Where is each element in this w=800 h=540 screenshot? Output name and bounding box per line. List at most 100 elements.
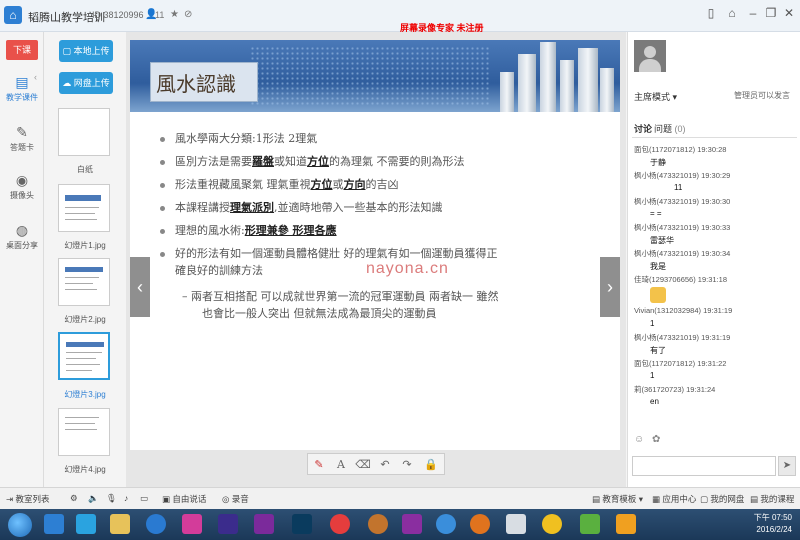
message-text: 于静 bbox=[650, 158, 666, 167]
thumbnail-slide-4[interactable] bbox=[58, 408, 110, 456]
free-talk-button[interactable]: ▣ 自由说话 bbox=[162, 493, 206, 505]
lock-icon[interactable]: 🔒 bbox=[422, 456, 440, 474]
bullet-continued: 確良好的訓練方法 bbox=[175, 264, 263, 277]
sub-bullet: – 兩者互相搭配 可以成就世界第一流的冠軍運動員 兩者缺一 雖然 bbox=[182, 290, 499, 303]
text-tool-icon[interactable]: A bbox=[332, 456, 350, 474]
bullet: 形法重視藏風聚氣 理氣重視方位或方向的吉凶 bbox=[160, 176, 399, 192]
app-center-button[interactable]: ▦ 应用中心 bbox=[652, 493, 696, 505]
app-icon[interactable] bbox=[368, 514, 388, 534]
tab-question[interactable]: 问题 (0) bbox=[654, 122, 686, 135]
wechat-icon[interactable] bbox=[580, 514, 600, 534]
local-upload-button[interactable]: ▢ 本地上传 bbox=[59, 40, 113, 62]
video-icon[interactable]: ▭ bbox=[140, 493, 148, 504]
emoji-image bbox=[650, 287, 666, 303]
thumbnail-slide-1[interactable] bbox=[58, 184, 110, 232]
ie-icon[interactable] bbox=[146, 514, 166, 534]
message-meta: 莉(361720723) 19:31:24 bbox=[634, 385, 716, 394]
start-button[interactable] bbox=[8, 513, 32, 537]
nav-camera[interactable]: ◉ 摄像头 bbox=[0, 172, 44, 201]
thumbnail-panel: ▢ 本地上传 ☁ 网盘上传 白纸 幻燈片1.jpg 幻燈片2.jpg 幻燈片3.… bbox=[45, 32, 125, 487]
nav-courseware[interactable]: ▤ 教学课件 bbox=[0, 74, 44, 103]
message-meta: 面包(1172071812) 19:30:28 bbox=[634, 145, 727, 154]
thumbnail-blank[interactable] bbox=[58, 108, 110, 156]
app-icon[interactable] bbox=[402, 514, 422, 534]
message-text: 有了 bbox=[650, 346, 666, 355]
flower-icon[interactable]: ✿ bbox=[652, 434, 660, 445]
drawing-toolbar: ✎ A ⌫ ↶ ↷ 🔒 bbox=[307, 453, 445, 475]
speaker-icon[interactable]: 🔈 bbox=[88, 493, 99, 504]
app-icon[interactable] bbox=[44, 514, 64, 534]
nav-answer-card[interactable]: ✎ 答题卡 bbox=[0, 124, 44, 153]
link-icon[interactable]: ⊘ bbox=[184, 9, 192, 20]
redo-icon[interactable]: ↷ bbox=[398, 456, 416, 474]
minimize-icon[interactable]: – bbox=[745, 6, 761, 20]
app-icon[interactable] bbox=[436, 514, 456, 534]
nav-label: 教学课件 bbox=[6, 93, 38, 102]
my-disk-button[interactable]: ▢ 我的网盘 bbox=[700, 493, 744, 505]
home-icon[interactable]: ⌂ bbox=[4, 6, 22, 24]
app-icon[interactable] bbox=[616, 514, 636, 534]
class-list-button[interactable]: ⇥ 教室列表 bbox=[6, 493, 50, 505]
app-icon[interactable] bbox=[254, 514, 274, 534]
calculator-icon[interactable] bbox=[506, 514, 526, 534]
music-icon[interactable]: ♪ bbox=[124, 493, 128, 503]
right-panel: 主席模式 ▾ 管理员可以发言 讨论 问题 (0) 面包(1172071812) … bbox=[627, 32, 800, 487]
thumbnail-slide-2[interactable] bbox=[58, 258, 110, 306]
message-meta: 枫小杨(473321019) 19:30:29 bbox=[634, 171, 731, 180]
nav-label: 桌面分享 bbox=[6, 241, 38, 250]
taskbar: 下午 07:50 2016/2/24 bbox=[0, 509, 800, 540]
pen-icon[interactable]: ✎ bbox=[310, 456, 328, 474]
thumbnail-label: 幻燈片3.jpg bbox=[64, 390, 106, 399]
app-icon[interactable] bbox=[76, 514, 96, 534]
chat-input[interactable] bbox=[632, 456, 776, 476]
slide-stage: 風水認識 風水學兩大分類:1形法 2理氣 區別方法是需要羅盤或知道方位的為理氣 … bbox=[126, 32, 626, 487]
app-icon[interactable] bbox=[218, 514, 238, 534]
send-button[interactable]: ➤ bbox=[778, 456, 796, 476]
app-icon[interactable] bbox=[182, 514, 202, 534]
qq-icon[interactable] bbox=[542, 514, 562, 534]
message-meta: 枫小杨(473321019) 19:30:34 bbox=[634, 249, 731, 258]
next-slide-button[interactable]: › bbox=[600, 257, 620, 317]
note-icon[interactable]: ▯ bbox=[703, 6, 719, 20]
desktop-share-icon: ◍ bbox=[15, 222, 29, 238]
restore-icon[interactable]: ❐ bbox=[763, 6, 779, 20]
prev-slide-button[interactable]: ‹ bbox=[130, 257, 150, 317]
message-text: = = bbox=[650, 209, 662, 218]
template-button[interactable]: ▤ 教育模板 ▾ bbox=[592, 493, 643, 505]
record-button[interactable]: ◎ 录音 bbox=[222, 493, 249, 505]
bullet: 區別方法是需要羅盤或知道方位的為理氣 不需要的則為形法 bbox=[160, 153, 465, 169]
shirt-icon[interactable]: ⌂ bbox=[724, 6, 740, 20]
cloud-upload-button[interactable]: ☁ 网盘上传 bbox=[59, 72, 113, 94]
message-text: 雷瑟华 bbox=[650, 236, 674, 245]
camera-icon: ◉ bbox=[15, 172, 29, 188]
emoji-icon[interactable]: ☺ bbox=[634, 434, 644, 445]
clock[interactable]: 下午 07:50 2016/2/24 bbox=[754, 512, 792, 536]
close-icon[interactable]: ✕ bbox=[781, 6, 797, 20]
message-meta: 枫小杨(473321019) 19:30:33 bbox=[634, 223, 731, 232]
photoshop-icon[interactable] bbox=[292, 514, 312, 534]
bullet: 本課程講授理氣派別,並適時地帶入一些基本的形法知識 bbox=[160, 199, 443, 215]
message-text: 1 bbox=[650, 319, 655, 328]
nav-desktop-share[interactable]: ◍ 桌面分享 bbox=[0, 222, 44, 251]
firefox-icon[interactable] bbox=[470, 514, 490, 534]
room-id: ID 38120996 bbox=[92, 10, 144, 20]
my-course-button[interactable]: ▤ 我的课程 bbox=[750, 493, 794, 505]
message-text: en bbox=[650, 397, 659, 406]
mic-icon[interactable]: 🎙 bbox=[106, 493, 117, 504]
star-icon[interactable]: ★ bbox=[170, 9, 179, 20]
player-icon[interactable] bbox=[330, 514, 350, 534]
courseware-icon: ▤ bbox=[15, 74, 29, 90]
settings-icon[interactable]: ⚙ bbox=[70, 493, 78, 504]
nav-label: 答题卡 bbox=[10, 143, 34, 152]
folder-icon[interactable] bbox=[110, 514, 130, 534]
thumbnail-label: 幻燈片2.jpg bbox=[64, 315, 106, 324]
end-class-button[interactable]: 下课 bbox=[6, 40, 38, 60]
thumbnail-slide-3[interactable] bbox=[58, 332, 110, 380]
thumbnail-label: 幻燈片4.jpg bbox=[64, 465, 106, 474]
tab-discuss[interactable]: 讨论 bbox=[634, 122, 652, 135]
eraser-icon[interactable]: ⌫ bbox=[354, 456, 372, 474]
bullet: 風水學兩大分類:1形法 2理氣 bbox=[160, 130, 317, 146]
mode-selector[interactable]: 主席模式 ▾ bbox=[634, 90, 677, 103]
undo-icon[interactable]: ↶ bbox=[376, 456, 394, 474]
left-nav: 下课 ‹ ▤ 教学课件 ✎ 答题卡 ◉ 摄像头 ◍ 桌面分享 bbox=[0, 32, 44, 487]
